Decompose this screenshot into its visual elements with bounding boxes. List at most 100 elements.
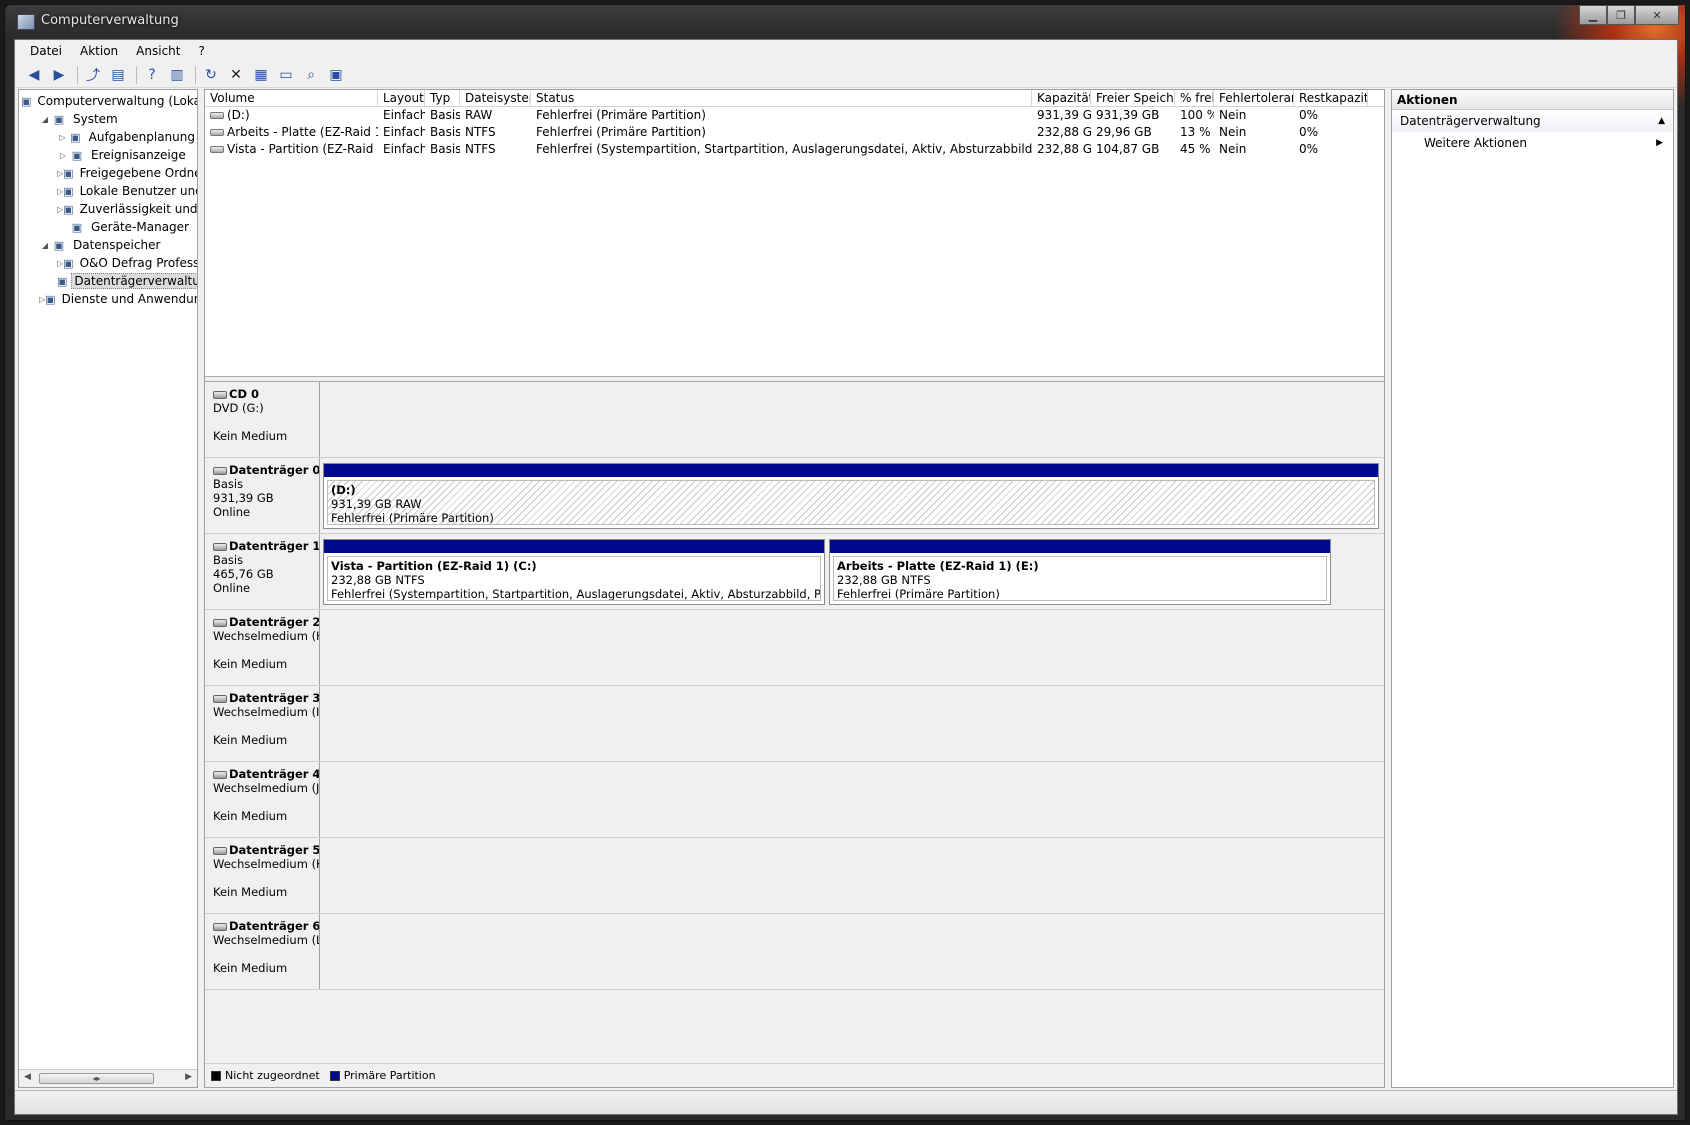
delete-button[interactable]: ✕ bbox=[225, 64, 247, 86]
tree-item[interactable]: ▷▣Dienste und Anwendungen bbox=[19, 290, 197, 308]
table-row[interactable]: Vista - Partition (EZ-Raid 1) (C:) Einfac… bbox=[205, 141, 1384, 158]
disk-row: Datenträger 3 Wechselmedium (I:) Kein Medi… bbox=[205, 686, 1384, 762]
actions-section-disk-management[interactable]: Datenträgerverwaltung ▲ bbox=[1392, 110, 1673, 132]
tree-expander-icon[interactable]: ◢ bbox=[39, 115, 51, 124]
console-tree[interactable]: ▣ Computerverwaltung (Lokal) ◢ ▣ System ▷ ▣ Auf… bbox=[18, 89, 198, 1088]
disk-info[interactable]: CD 0 DVD (G:) Kein Medium bbox=[205, 382, 320, 457]
disk-name-label: Datenträger 5 bbox=[229, 843, 320, 857]
disk-info[interactable]: Datenträger 0 Basis 931,39 GB Online bbox=[205, 458, 320, 533]
tree-item[interactable]: ▣Datenträgerverwaltung bbox=[19, 272, 197, 290]
disk-info[interactable]: Datenträger 5 Wechselmedium (K: Kein Mediu… bbox=[205, 838, 320, 913]
event-viewer-icon: ▣ bbox=[71, 148, 83, 162]
search-button[interactable]: ⌕ bbox=[300, 64, 322, 86]
close-button[interactable]: ✕ bbox=[1635, 5, 1679, 25]
column-header[interactable]: Status bbox=[531, 90, 1032, 106]
table-cell: Fehlerfrei (Primäre Partition) bbox=[531, 107, 1032, 124]
disk-info[interactable]: Datenträger 4 Wechselmedium (J:) Kein Medi… bbox=[205, 762, 320, 837]
open-button[interactable]: ▭ bbox=[275, 64, 297, 86]
cell-text: Arbeits - Platte (EZ-Raid 1) (E:) bbox=[227, 125, 378, 139]
titlebar[interactable]: Computerverwaltung ▁ ❐ ✕ bbox=[5, 5, 1685, 39]
column-header[interactable]: Restkapazität bbox=[1294, 90, 1368, 106]
cell-text: Fehlerfrei (Primäre Partition) bbox=[536, 125, 706, 139]
column-header[interactable]: % frei bbox=[1175, 90, 1214, 106]
forward-button[interactable]: ▶ bbox=[48, 64, 70, 86]
partition-block[interactable]: Vista - Partition (EZ-Raid 1) (C:) 232,88… bbox=[323, 539, 825, 605]
tree-item[interactable]: ◢ ▣ System bbox=[19, 110, 197, 128]
table-cell: NTFS bbox=[460, 141, 531, 158]
disk-type: Wechselmedium (L: bbox=[213, 933, 320, 947]
back-button[interactable]: ◀ bbox=[23, 64, 45, 86]
disk-name-label: CD 0 bbox=[229, 387, 259, 401]
scroll-right-icon[interactable]: ▶ bbox=[185, 1072, 192, 1082]
tree-item[interactable]: ◢ ▣ Datenspeicher bbox=[19, 236, 197, 254]
scroll-thumb[interactable]: ◂▸ bbox=[39, 1073, 154, 1084]
table-cell: 232,88 GB bbox=[1032, 124, 1091, 141]
volume-list[interactable]: VolumeLayoutTypDateisystemStatusKapazitä… bbox=[205, 90, 1384, 376]
disk-name: Datenträger 3 bbox=[213, 691, 319, 705]
tree-expander-icon[interactable]: ◢ bbox=[39, 241, 51, 250]
disk-management-pane: VolumeLayoutTypDateisystemStatusKapazitä… bbox=[204, 89, 1385, 1088]
minimize-button[interactable]: ▁ bbox=[1579, 5, 1607, 25]
toolbar-separator bbox=[195, 65, 196, 84]
menu-item-3[interactable]: ? bbox=[189, 44, 213, 58]
menu-item-1[interactable]: Aktion bbox=[71, 44, 127, 58]
disk-name-label: Datenträger 2 bbox=[229, 615, 320, 629]
table-row[interactable]: (D:) Einfach Basis RAW Fehlerfrei (Primäre P… bbox=[205, 107, 1384, 124]
refresh-button[interactable]: ↻ bbox=[200, 64, 222, 86]
help-button[interactable]: ? bbox=[141, 64, 163, 86]
partition-details: (D:) 931,39 GB RAW Fehlerfrei (Primäre Par… bbox=[327, 480, 1375, 525]
actions-title: Aktionen bbox=[1392, 90, 1673, 110]
tree-expander-icon[interactable]: ▷ bbox=[57, 151, 69, 160]
tree-item[interactable]: ▣ Computerverwaltung (Lokal) bbox=[19, 92, 197, 110]
tree-item-label: Zuverlässigkeit und Leis bbox=[79, 202, 198, 216]
menu-item-2[interactable]: Ansicht bbox=[127, 44, 189, 58]
window: Computerverwaltung ▁ ❐ ✕ Datei Aktion Ansi… bbox=[4, 4, 1686, 1121]
disk-info[interactable]: Datenträger 6 Wechselmedium (L: Kein Mediu… bbox=[205, 914, 320, 989]
table-row[interactable]: Arbeits - Platte (EZ-Raid 1) (E:) Einfach… bbox=[205, 124, 1384, 141]
help-icon: ? bbox=[148, 66, 156, 83]
forward-icon: ▶ bbox=[53, 66, 65, 83]
partition-block[interactable]: (D:) 931,39 GB RAW Fehlerfrei (Primäre Par… bbox=[323, 463, 1379, 529]
column-header[interactable]: Layout bbox=[378, 90, 425, 106]
tree-expander-icon[interactable]: ▷ bbox=[57, 133, 68, 142]
tree-item[interactable]: ▷▣O&O Defrag Profession bbox=[19, 254, 197, 272]
partition-block[interactable]: Arbeits - Platte (EZ-Raid 1) (E:) 232,88 … bbox=[829, 539, 1331, 605]
maximize-button[interactable]: ❐ bbox=[1607, 5, 1635, 25]
disk-info[interactable]: Datenträger 2 Wechselmedium (H Kein Medium bbox=[205, 610, 320, 685]
disk-spacer bbox=[213, 947, 319, 961]
tree-item[interactable]: ▣ Geräte-Manager bbox=[19, 218, 197, 236]
performance-icon: ▣ bbox=[63, 202, 74, 216]
menu-item-0[interactable]: Datei bbox=[21, 44, 71, 58]
scroll-left-icon[interactable]: ◀ bbox=[24, 1072, 31, 1082]
disk-button[interactable]: ▣ bbox=[325, 64, 347, 86]
tree-item[interactable]: ▷ ▣ Aufgabenplanung bbox=[19, 128, 197, 146]
show-hide-tree-button[interactable]: ▤ bbox=[107, 64, 129, 86]
tree-item[interactable]: ▷ ▣ Ereignisanzeige bbox=[19, 146, 197, 164]
disk-status: Kein Medium bbox=[213, 657, 288, 671]
tree-item[interactable]: ▷ ▣ Freigegebene Ordner bbox=[19, 164, 197, 182]
disk-spacer bbox=[213, 643, 319, 657]
tree-horizontal-scrollbar[interactable]: ◀ ◂▸ ▶ bbox=[19, 1069, 197, 1087]
column-header[interactable]: Typ bbox=[425, 90, 460, 106]
disk-info[interactable]: Datenträger 1 Basis 465,76 GB Online bbox=[205, 534, 320, 609]
properties-view-button[interactable]: ▥ bbox=[166, 64, 188, 86]
column-header[interactable]: Fehlertoleranz bbox=[1214, 90, 1294, 106]
properties-button[interactable]: ▦ bbox=[250, 64, 272, 86]
column-header[interactable]: Dateisystem bbox=[460, 90, 531, 106]
column-header[interactable]: Volume bbox=[205, 90, 378, 106]
disk-name-label: Datenträger 6 bbox=[229, 919, 320, 933]
column-header[interactable]: Kapazität bbox=[1032, 90, 1091, 106]
disk-row: Datenträger 1 Basis 465,76 GB Online Vista -… bbox=[205, 534, 1384, 610]
tree-item[interactable]: ▷▣Lokale Benutzer und Gr bbox=[19, 182, 197, 200]
tree-item[interactable]: ▷▣Zuverlässigkeit und Leis bbox=[19, 200, 197, 218]
volume-drive-icon bbox=[210, 146, 224, 153]
up-button[interactable]: ⤴ bbox=[82, 64, 104, 86]
actions-item-more[interactable]: Weitere Aktionen ▶ bbox=[1392, 132, 1673, 154]
restore-icon: ❐ bbox=[1616, 8, 1626, 22]
disk-info[interactable]: Datenträger 3 Wechselmedium (I:) Kein Medi… bbox=[205, 686, 320, 761]
legend-swatch bbox=[211, 1070, 221, 1081]
column-header[interactable]: Freier Speicher bbox=[1091, 90, 1175, 106]
collapse-up-icon[interactable]: ▲ bbox=[1658, 110, 1665, 132]
disk-partition-area bbox=[321, 610, 1384, 685]
table-cell: Einfach bbox=[378, 124, 425, 141]
